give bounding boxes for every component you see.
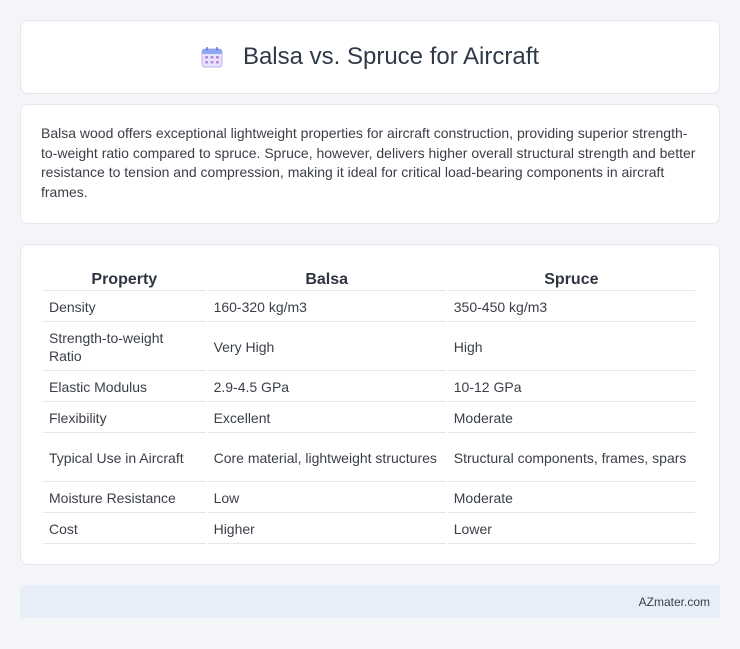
- balsa-cell: 160-320 kg/m3: [207, 293, 446, 322]
- title-wrap: Balsa vs. Spruce for Aircraft: [201, 43, 539, 71]
- balsa-cell: Excellent: [207, 404, 446, 433]
- calendar-icon: [201, 46, 223, 68]
- table-row: Typical Use in Aircraft Core material, l…: [43, 435, 695, 482]
- spruce-cell: High: [447, 324, 695, 371]
- spruce-cell: Structural components, frames, spars: [447, 435, 695, 482]
- spruce-cell: 350-450 kg/m3: [447, 293, 695, 322]
- balsa-cell: 2.9-4.5 GPa: [207, 373, 446, 402]
- balsa-cell: Low: [207, 484, 446, 513]
- spruce-cell: Moderate: [447, 404, 695, 433]
- table-row: Strength-to-weight Ratio Very High High: [43, 324, 695, 371]
- table-row: Density 160-320 kg/m3 350-450 kg/m3: [43, 293, 695, 322]
- table-row: Flexibility Excellent Moderate: [43, 404, 695, 433]
- spruce-cell: 10-12 GPa: [447, 373, 695, 402]
- balsa-cell: Core material, lightweight structures: [207, 435, 446, 482]
- table-row: Elastic Modulus 2.9-4.5 GPa 10-12 GPa: [43, 373, 695, 402]
- property-cell: Strength-to-weight Ratio: [43, 324, 206, 371]
- property-cell: Flexibility: [43, 404, 206, 433]
- intro-card: Balsa wood offers exceptional lightweigh…: [20, 104, 720, 224]
- header-spruce: Spruce: [447, 267, 695, 291]
- table-header-row: Property Balsa Spruce: [43, 267, 695, 291]
- title-card: Balsa vs. Spruce for Aircraft: [20, 20, 720, 94]
- spruce-cell: Moderate: [447, 484, 695, 513]
- property-cell: Typical Use in Aircraft: [43, 435, 206, 482]
- header-balsa: Balsa: [207, 267, 446, 291]
- table-card: Property Balsa Spruce Density 160-320 kg…: [20, 244, 720, 565]
- balsa-cell: Very High: [207, 324, 446, 371]
- footer-credit: AZmater.com: [638, 594, 710, 609]
- property-cell: Cost: [43, 515, 206, 544]
- table-row: Moisture Resistance Low Moderate: [43, 484, 695, 513]
- header-property: Property: [43, 267, 206, 291]
- table-row: Cost Higher Lower: [43, 515, 695, 544]
- page-title: Balsa vs. Spruce for Aircraft: [242, 43, 540, 70]
- balsa-cell: Higher: [207, 515, 446, 544]
- property-cell: Moisture Resistance: [43, 484, 206, 513]
- footer: AZmater.com: [20, 585, 720, 618]
- intro-text: Balsa wood offers exceptional lightweigh…: [41, 125, 696, 200]
- property-cell: Density: [43, 293, 206, 322]
- comparison-table: Property Balsa Spruce Density 160-320 kg…: [41, 265, 697, 546]
- property-cell: Elastic Modulus: [43, 373, 206, 402]
- spruce-cell: Lower: [447, 515, 695, 544]
